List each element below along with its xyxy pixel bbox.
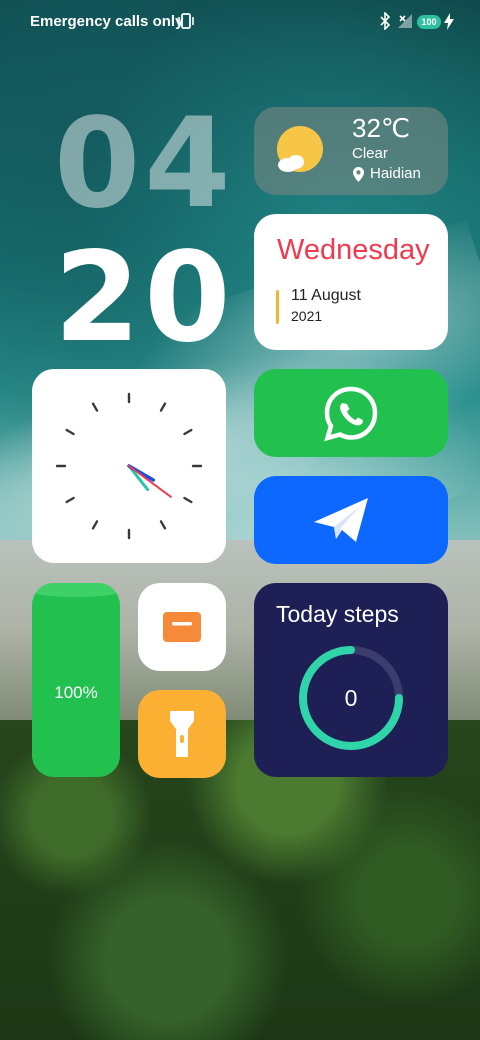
clock-hours[interactable]: 04 [54, 102, 235, 226]
calendar-year: 2021 [291, 308, 323, 324]
flashlight-toggle[interactable] [138, 690, 226, 778]
notes-icon [163, 612, 201, 642]
battery-wave [32, 583, 120, 597]
clock-hour-hand [128, 465, 172, 498]
notes-shortcut[interactable] [138, 583, 226, 671]
clock-hour-tick [159, 402, 167, 412]
whatsapp-shortcut[interactable] [254, 369, 448, 457]
signal-icon [398, 14, 412, 28]
whatsapp-icon [324, 386, 378, 442]
clock-hour-tick [183, 496, 193, 504]
steps-count: 0 [344, 685, 358, 711]
battery-percentage: 100% [54, 683, 98, 702]
clock-hour-tick [183, 428, 193, 436]
clock-hour-tick [91, 520, 99, 530]
telegram-shortcut[interactable] [254, 476, 448, 564]
charging-icon [444, 13, 454, 30]
flashlight-icon [170, 711, 194, 757]
calendar-date: 11 August [291, 287, 361, 304]
carrier-status: Emergency calls only [30, 13, 184, 30]
battery-indicator: 100 [417, 15, 441, 29]
weather-widget[interactable]: 32℃ Clear Haidian [254, 107, 448, 195]
clock-hour-tick [91, 402, 99, 412]
calendar-widget[interactable]: Wednesday 11 August 2021 [254, 214, 448, 350]
telegram-icon [314, 498, 368, 542]
weather-location: Haidian [370, 165, 421, 182]
battery-fill [32, 583, 120, 777]
weather-condition: Clear [352, 145, 388, 162]
steps-widget[interactable]: Today steps 0 [254, 583, 448, 777]
calendar-accent-bar [276, 290, 279, 324]
clock-hour-tick [65, 496, 75, 504]
clock-minutes[interactable]: 20 [54, 236, 235, 360]
clock-face [55, 392, 203, 540]
status-bar: Emergency calls only 100 [0, 0, 480, 44]
vibrate-icon [178, 13, 194, 29]
steps-title: Today steps [276, 601, 399, 627]
clock-hour-tick [159, 520, 167, 530]
calendar-weekday: Wednesday [277, 234, 430, 266]
analog-clock-widget[interactable] [32, 369, 226, 563]
battery-widget[interactable]: 100% [32, 583, 120, 777]
bluetooth-icon [380, 12, 391, 30]
location-pin-icon [353, 167, 364, 182]
temperature: 32℃ [352, 113, 411, 143]
clock-hour-tick [65, 428, 75, 436]
sun-cloud-icon [277, 126, 323, 172]
